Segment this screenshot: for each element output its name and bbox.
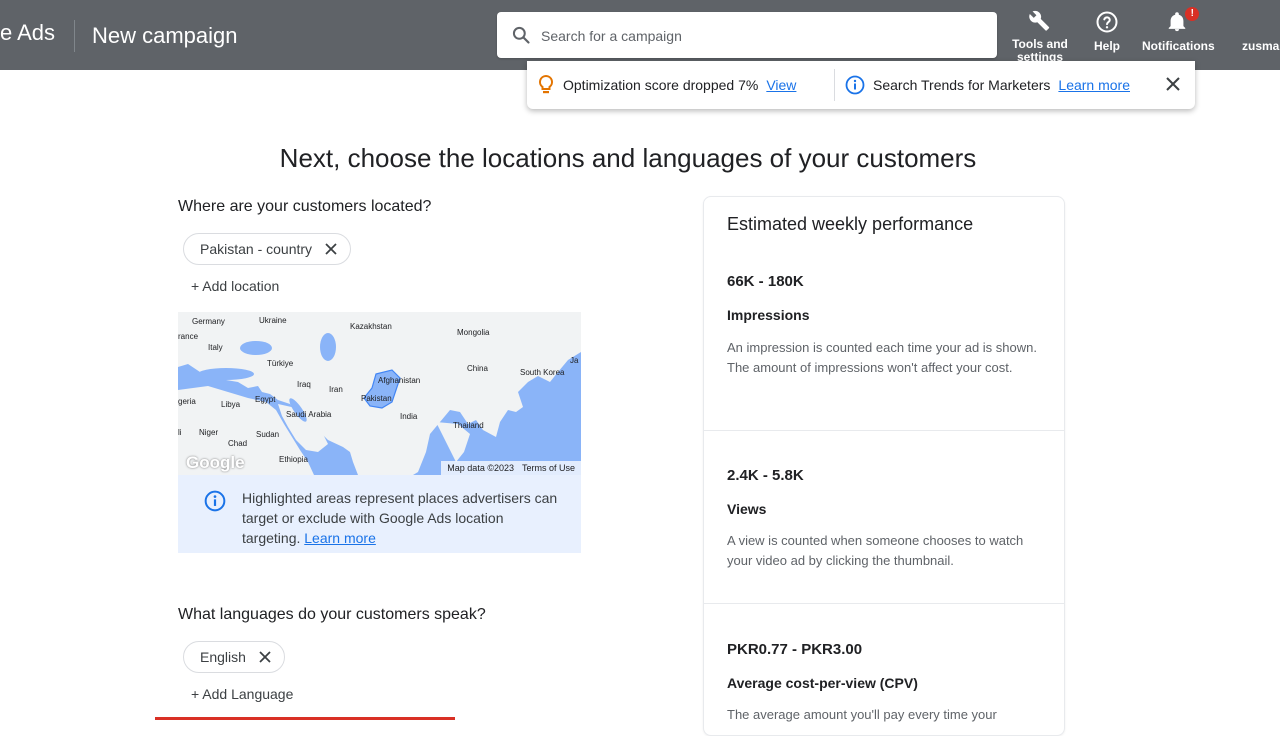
map-label: Afghanistan	[378, 376, 421, 385]
campaign-search-box[interactable]	[497, 12, 997, 58]
location-chip[interactable]: Pakistan - country	[183, 233, 352, 265]
metric-divider	[704, 430, 1064, 431]
map-learn-more-link[interactable]: Learn more	[304, 530, 376, 546]
search-icon	[512, 26, 530, 44]
help-icon	[1096, 11, 1118, 33]
view-link[interactable]: View	[766, 77, 796, 93]
notifications-button[interactable]: ! Notifications	[1142, 7, 1215, 53]
notification-banner: Optimization score dropped 7% View Searc…	[527, 61, 1195, 109]
remove-chip-icon[interactable]	[324, 242, 338, 256]
header-divider	[74, 20, 75, 52]
location-chip-label: Pakistan - country	[200, 241, 313, 257]
map-label: Egypt	[255, 395, 276, 404]
close-icon[interactable]	[1164, 75, 1182, 93]
performance-title: Estimated weekly performance	[727, 214, 974, 234]
metric-name: Average cost-per-view (CPV)	[727, 675, 918, 691]
top-app-bar: e Ads New campaign Tools and settings He…	[0, 0, 1280, 70]
map-label: Thailand	[453, 421, 484, 430]
optimization-text: Optimization score dropped 7%	[563, 77, 759, 93]
info-icon	[845, 75, 865, 95]
metric-description: The average amount you'll pay every time…	[727, 707, 997, 722]
map-label: geria	[178, 397, 196, 406]
map-label: Ethiopia	[279, 455, 308, 464]
search-input[interactable]	[539, 22, 983, 50]
map-label: rance	[178, 332, 199, 341]
remove-chip-icon[interactable]	[258, 650, 272, 664]
estimated-performance-card: Estimated weekly performance 66K - 180K …	[703, 196, 1065, 736]
notice-divider	[834, 69, 835, 101]
map-label: Pakistan	[361, 394, 392, 403]
metric-value: 66K - 180K	[727, 273, 804, 290]
wrench-icon	[1029, 10, 1050, 31]
map-label: Saudi Arabia	[286, 410, 332, 419]
page-name: New campaign	[92, 23, 238, 48]
help-button[interactable]: Help	[1094, 10, 1120, 53]
account-name: zusma	[1242, 39, 1280, 53]
map-label: Libya	[221, 400, 241, 409]
metric-name: Impressions	[727, 307, 810, 323]
map-label: Kazakhstan	[350, 322, 392, 331]
language-chip-label: English	[200, 649, 246, 665]
map-info-description: Highlighted areas represent places adver…	[242, 490, 558, 546]
notifications-label: Notifications	[1142, 39, 1215, 53]
map-label: South Korea	[520, 368, 565, 377]
map-label: Sudan	[256, 430, 280, 439]
map-label: Ja	[570, 356, 579, 365]
notification-badge: !	[1185, 7, 1200, 21]
learn-more-link[interactable]: Learn more	[1058, 77, 1130, 93]
help-label: Help	[1094, 39, 1121, 53]
metric-divider	[704, 603, 1064, 604]
lightbulb-icon	[538, 74, 554, 94]
locations-question: Where are your customers located?	[178, 198, 432, 215]
map-data-text: Map data ©2023	[447, 463, 514, 473]
metric-value: PKR0.77 - PKR3.00	[727, 641, 863, 658]
optimization-score-notice: Optimization score dropped 7% View	[537, 61, 796, 109]
map-label: Iran	[329, 385, 343, 394]
map-label: Ukraine	[259, 316, 287, 325]
map-label: Germany	[192, 317, 225, 326]
map-label: Niger	[199, 428, 219, 437]
tools-and-settings-button[interactable]: Tools and settings	[1011, 10, 1069, 64]
location-map[interactable]: Germany Ukraine Kazakhstan Mongolia ranc…	[178, 312, 581, 475]
page-heading: Next, choose the locations and languages…	[279, 143, 977, 173]
map-label: Türkiye	[267, 359, 294, 368]
map-info-box: Highlighted areas represent places adver…	[178, 475, 581, 553]
language-chip[interactable]: English	[183, 641, 285, 673]
google-watermark: Google	[186, 453, 245, 472]
map-label: Italy	[208, 343, 223, 352]
add-location-button[interactable]: + Add location	[191, 278, 279, 294]
metric-description: An impression is counted each time your …	[727, 340, 1037, 375]
metric-name: Views	[727, 501, 767, 517]
metric-value: 2.4K - 5.8K	[727, 467, 804, 484]
product-logo-text[interactable]: e Ads	[0, 20, 55, 46]
add-language-button[interactable]: + Add Language	[191, 686, 293, 702]
map-label: Iraq	[297, 380, 311, 389]
search-trends-notice: Search Trends for Marketers Learn more	[845, 61, 1130, 109]
map-label: Mongolia	[457, 328, 490, 337]
map-info-text: Highlighted areas represent places adver…	[242, 488, 562, 548]
map-attribution: Map data ©2023 Terms of Use	[441, 461, 581, 475]
info-icon	[204, 490, 226, 512]
map-label: li	[178, 428, 182, 437]
search-trends-text: Search Trends for Marketers	[873, 77, 1051, 93]
map-label: China	[467, 364, 488, 373]
map-label: India	[400, 412, 418, 421]
map-label: Chad	[228, 439, 248, 448]
account-button[interactable]: zusma	[1242, 40, 1279, 53]
metric-description: A view is counted when someone chooses t…	[727, 533, 1024, 568]
languages-question: What languages do your customers speak?	[178, 606, 486, 623]
terms-of-use-link[interactable]: Terms of Use	[522, 463, 575, 473]
